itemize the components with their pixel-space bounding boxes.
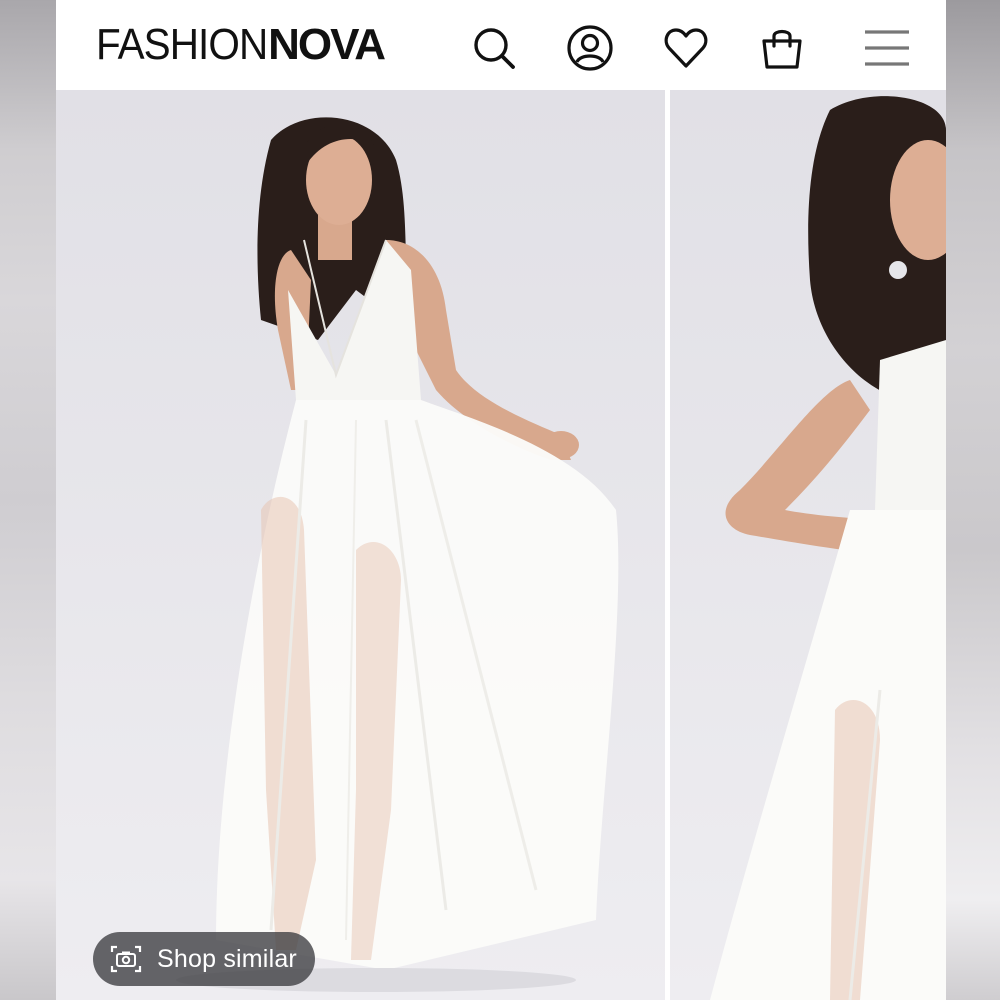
menu-button[interactable] bbox=[863, 24, 911, 72]
account-icon bbox=[567, 25, 613, 71]
model-side-illustration bbox=[710, 96, 946, 1000]
shopping-bag-icon bbox=[762, 29, 802, 69]
camera-icon bbox=[109, 942, 143, 976]
blurred-backdrop-left bbox=[0, 0, 56, 1000]
wishlist-button[interactable] bbox=[662, 24, 710, 72]
search-button[interactable] bbox=[470, 24, 518, 72]
product-photo-side[interactable] bbox=[670, 90, 946, 1000]
product-image-gallery[interactable]: Shop similar bbox=[56, 90, 946, 1000]
wishlist-heart-icon bbox=[664, 28, 708, 68]
blurred-backdrop-right bbox=[946, 0, 1000, 1000]
cart-button[interactable] bbox=[758, 24, 806, 72]
search-icon bbox=[474, 28, 515, 69]
site-header: FASHION NOVA bbox=[56, 0, 946, 90]
shop-similar-button[interactable]: Shop similar bbox=[93, 932, 315, 986]
product-photo-front[interactable] bbox=[56, 90, 665, 1000]
hamburger-menu-icon bbox=[865, 30, 909, 66]
shop-similar-label: Shop similar bbox=[157, 944, 297, 973]
account-button[interactable] bbox=[566, 24, 614, 72]
brand-logo-thin: FASHION bbox=[96, 20, 268, 69]
model-front-illustration bbox=[176, 117, 619, 992]
brand-logo-bold: NOVA bbox=[268, 20, 386, 69]
product-page: FASHION NOVA Shop similar bbox=[56, 0, 946, 1000]
brand-logo[interactable]: FASHION NOVA bbox=[96, 20, 386, 69]
